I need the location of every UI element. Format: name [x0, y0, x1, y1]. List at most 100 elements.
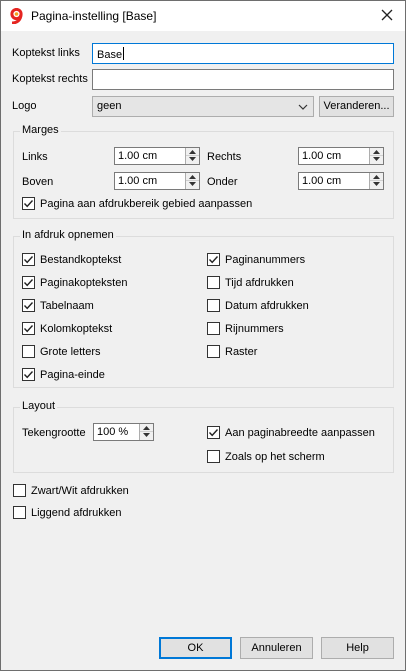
- spin-down-icon[interactable]: [140, 432, 153, 440]
- spin-up-icon[interactable]: [140, 424, 153, 432]
- spin-up-icon[interactable]: [370, 148, 383, 156]
- checkbox-print-time[interactable]: Tijd afdrukken: [207, 276, 294, 289]
- checkbox-file-header[interactable]: Bestandkoptekst: [22, 253, 121, 266]
- checkbox-box[interactable]: [22, 345, 35, 358]
- banana-9-icon: [9, 7, 25, 25]
- margin-top-label: Boven: [22, 176, 54, 188]
- checkbox-table-name[interactable]: Tabelnaam: [22, 299, 94, 312]
- checkbox-box[interactable]: [22, 299, 35, 312]
- close-icon[interactable]: [369, 1, 405, 31]
- checkbox-box[interactable]: [207, 253, 220, 266]
- spin-up-icon[interactable]: [186, 148, 199, 156]
- checkbox-column-header[interactable]: Kolomkoptekst: [22, 322, 112, 335]
- margins-group-title: Marges: [20, 124, 61, 136]
- layout-group: Layout: [13, 400, 394, 473]
- header-left-label: Koptekst links: [12, 47, 80, 59]
- fit-print-area-label: Pagina aan afdrukbereik gebied aanpassen: [40, 197, 253, 210]
- font-size-spinner[interactable]: 100 %: [93, 423, 154, 441]
- include-group-title: In afdruk opnemen: [20, 229, 116, 241]
- checkbox-large-letters[interactable]: Grote letters: [22, 345, 101, 358]
- spinner-buttons: [139, 424, 153, 440]
- window-title: Pagina-instelling [Base]: [31, 9, 157, 23]
- checkbox-box[interactable]: [22, 322, 35, 335]
- margin-right-label: Rechts: [207, 151, 242, 163]
- checkbox-label: Kolomkoptekst: [40, 322, 113, 335]
- checkbox-box[interactable]: [22, 197, 35, 210]
- margin-bottom-label: Onder: [207, 176, 238, 188]
- spinner-buttons: [369, 173, 383, 189]
- spinner-buttons: [185, 148, 199, 164]
- checkbox-label: Tabelnaam: [40, 299, 94, 312]
- margin-left-value: 1.00 cm: [118, 150, 158, 162]
- checkbox-box[interactable]: [22, 253, 35, 266]
- landscape-label: Liggend afdrukken: [31, 506, 122, 519]
- spin-down-icon[interactable]: [186, 181, 199, 189]
- checkbox-box[interactable]: [207, 299, 220, 312]
- logo-select-value: geen: [97, 100, 122, 112]
- checkbox-box[interactable]: [207, 276, 220, 289]
- checkbox-label: Bestandkoptekst: [40, 253, 122, 266]
- margin-top-spinner[interactable]: 1.00 cm: [114, 172, 200, 190]
- spin-down-icon[interactable]: [370, 181, 383, 189]
- checkbox-label: Grote letters: [40, 345, 101, 358]
- checkbox-label: Raster: [225, 345, 258, 358]
- checkbox-box[interactable]: [207, 345, 220, 358]
- help-button[interactable]: Help: [321, 637, 394, 659]
- header-left-value: Base: [97, 49, 123, 61]
- checkbox-label: Datum afdrukken: [225, 299, 309, 312]
- black-white-label: Zwart/Wit afdrukken: [31, 484, 129, 497]
- checkbox-box[interactable]: [13, 484, 26, 497]
- margin-right-spinner[interactable]: 1.00 cm: [298, 147, 384, 165]
- landscape-checkbox[interactable]: Liggend afdrukken: [13, 506, 122, 519]
- text-cursor: [123, 47, 125, 60]
- spin-up-icon[interactable]: [370, 173, 383, 181]
- header-right-input[interactable]: [92, 69, 394, 90]
- font-size-value: 100 %: [97, 426, 129, 438]
- margin-top-value: 1.00 cm: [118, 175, 158, 187]
- spin-down-icon[interactable]: [186, 156, 199, 164]
- checkbox-page-headers[interactable]: Paginakopteksten: [22, 276, 127, 289]
- cancel-button[interactable]: Annuleren: [240, 637, 313, 659]
- chevron-down-icon: [297, 101, 309, 113]
- checkbox-label: Paginanummers: [225, 253, 306, 266]
- spin-up-icon[interactable]: [186, 173, 199, 181]
- spin-down-icon[interactable]: [370, 156, 383, 164]
- ok-button[interactable]: OK: [159, 637, 232, 659]
- margin-right-value: 1.00 cm: [302, 150, 342, 162]
- checkbox-label: Pagina-einde: [40, 368, 105, 381]
- checkbox-label: Paginakopteksten: [40, 276, 128, 289]
- checkbox-box[interactable]: [207, 450, 220, 463]
- checkbox-box[interactable]: [207, 322, 220, 335]
- as-on-screen-checkbox[interactable]: Zoals op het scherm: [207, 450, 325, 463]
- fit-print-area-checkbox[interactable]: Pagina aan afdrukbereik gebied aanpassen: [22, 197, 252, 210]
- checkbox-box[interactable]: [22, 276, 35, 289]
- as-on-screen-label: Zoals op het scherm: [225, 450, 325, 463]
- margin-left-label: Links: [22, 151, 48, 163]
- checkbox-grid[interactable]: Raster: [207, 345, 257, 358]
- checkbox-label: Rijnummers: [225, 322, 284, 335]
- checkbox-print-date[interactable]: Datum afdrukken: [207, 299, 309, 312]
- title-bar: Pagina-instelling [Base]: [1, 1, 405, 31]
- checkbox-page-break[interactable]: Pagina-einde: [22, 368, 105, 381]
- checkbox-box[interactable]: [207, 426, 220, 439]
- layout-group-title: Layout: [20, 400, 58, 412]
- spinner-buttons: [185, 173, 199, 189]
- checkbox-page-numbers[interactable]: Paginanummers: [207, 253, 305, 266]
- fit-page-width-checkbox[interactable]: Aan paginabreedte aanpassen: [207, 426, 375, 439]
- checkbox-row-numbers[interactable]: Rijnummers: [207, 322, 284, 335]
- logo-label: Logo: [12, 100, 37, 112]
- checkbox-box[interactable]: [22, 368, 35, 381]
- black-white-checkbox[interactable]: Zwart/Wit afdrukken: [13, 484, 129, 497]
- header-left-input[interactable]: Base: [92, 43, 394, 64]
- margin-left-spinner[interactable]: 1.00 cm: [114, 147, 200, 165]
- checkbox-box[interactable]: [13, 506, 26, 519]
- font-size-label: Tekengrootte: [22, 427, 86, 439]
- header-right-label: Koptekst rechts: [12, 73, 88, 85]
- change-logo-button[interactable]: Veranderen...: [319, 96, 394, 117]
- logo-select[interactable]: geen: [92, 96, 314, 117]
- spinner-buttons: [369, 148, 383, 164]
- margin-bottom-spinner[interactable]: 1.00 cm: [298, 172, 384, 190]
- page-setup-dialog: Pagina-instelling [Base] Koptekst links …: [0, 0, 406, 671]
- checkbox-label: Tijd afdrukken: [225, 276, 294, 289]
- fit-page-width-label: Aan paginabreedte aanpassen: [225, 426, 375, 439]
